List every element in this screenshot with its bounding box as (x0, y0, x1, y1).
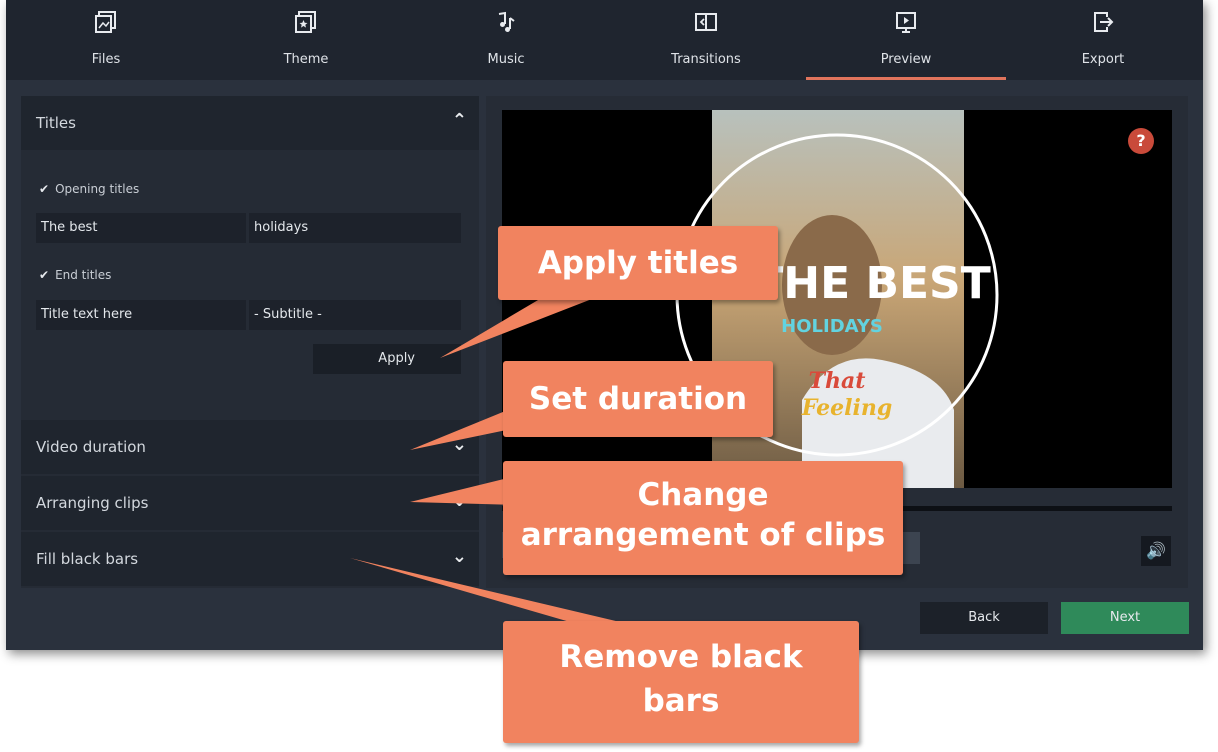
callout-text: bars (642, 683, 720, 719)
callout-text: Set duration (528, 381, 748, 417)
callout-text: Apply titles (537, 245, 739, 281)
callout-set-duration: Set duration (503, 361, 773, 437)
callout-change-arrangement: Change arrangement of clips (503, 461, 903, 575)
callout-remove-black-bars: Remove black bars (503, 621, 859, 743)
callout-apply-titles: Apply titles (498, 226, 778, 300)
callout-text: Change (637, 477, 769, 513)
callout-text: Remove black (559, 639, 803, 675)
callout-text: arrangement of clips (520, 517, 886, 553)
callout-arrow (440, 290, 615, 358)
